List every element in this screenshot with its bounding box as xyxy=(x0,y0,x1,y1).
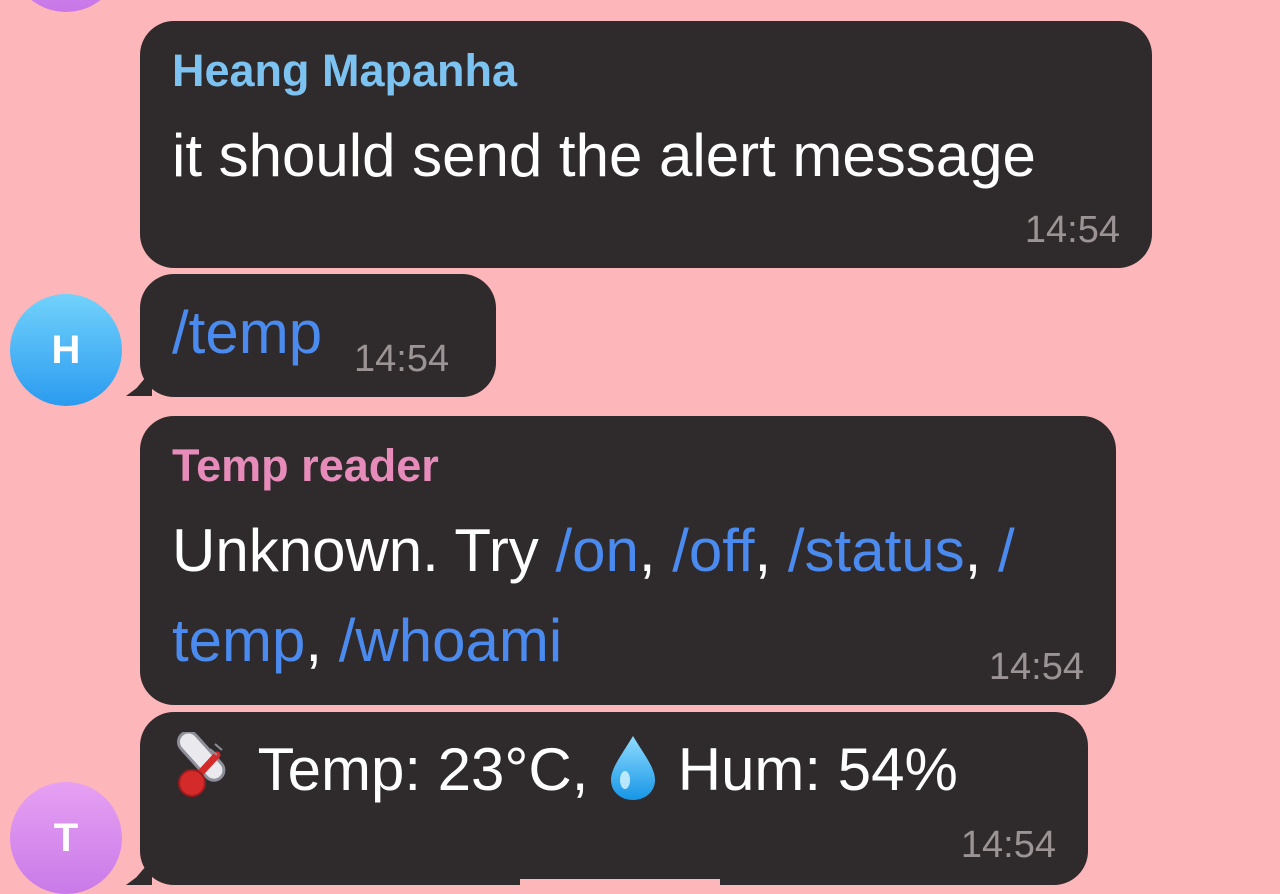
message-time: 14:54 xyxy=(988,646,1084,688)
temperature-reading: Temp: 23°C, xyxy=(257,735,589,803)
message-sender-name: Temp reader xyxy=(172,440,439,491)
avatar-top-partial[interactable] xyxy=(10,0,122,12)
message-text-line-2: temp, /whoami xyxy=(172,606,562,675)
droplet-icon xyxy=(605,732,661,816)
message-text: Temp: 23°C, Hum: 54% xyxy=(172,730,958,816)
avatar-temp-reader[interactable]: T xyxy=(10,782,122,894)
command-link-on[interactable]: /on xyxy=(555,517,638,584)
humidity-reading: Hum: 54% xyxy=(677,735,958,803)
message-sender-name: Heang Mapanha xyxy=(172,45,518,96)
command-link-whoami[interactable]: /whoami xyxy=(339,607,562,674)
command-link-status[interactable]: /status xyxy=(788,517,965,584)
message-time: 14:54 xyxy=(960,824,1056,866)
message-text-segment: , xyxy=(754,517,788,584)
message-bubble-heang-temp-command[interactable]: /temp 14:54 xyxy=(140,274,496,397)
message-bubble-temperature-reading[interactable]: Temp: 23°C, Hum: 54% 14:54 xyxy=(140,712,1088,885)
command-link-temp[interactable]: /temp xyxy=(172,298,322,367)
message-text-segment: , xyxy=(964,517,998,584)
message-text-segment: Unknown. Try xyxy=(172,517,556,584)
message-text-segment: , xyxy=(305,607,339,674)
command-link-temp-start[interactable]: / xyxy=(998,517,1015,584)
message-text: it should send the alert message xyxy=(172,122,1036,189)
message-time: 14:54 xyxy=(1024,209,1120,251)
message-bubble-heang-alert[interactable]: Heang Mapanha it should send the alert m… xyxy=(140,21,1152,268)
message-text-segment: , xyxy=(638,517,673,584)
command-link-off[interactable]: /off xyxy=(672,517,754,584)
avatar-heang[interactable]: H xyxy=(10,294,122,406)
message-bubble-temp-reader-unknown[interactable]: Temp reader Unknown. Try /on, /off, /sta… xyxy=(140,416,1116,705)
command-link-temp-end[interactable]: temp xyxy=(172,607,305,674)
message-time: 14:54 xyxy=(354,338,450,380)
bottom-strip xyxy=(520,879,720,885)
thermometer-icon xyxy=(172,730,242,816)
message-text-line-1: Unknown. Try /on, /off, /status, / xyxy=(172,516,1015,585)
